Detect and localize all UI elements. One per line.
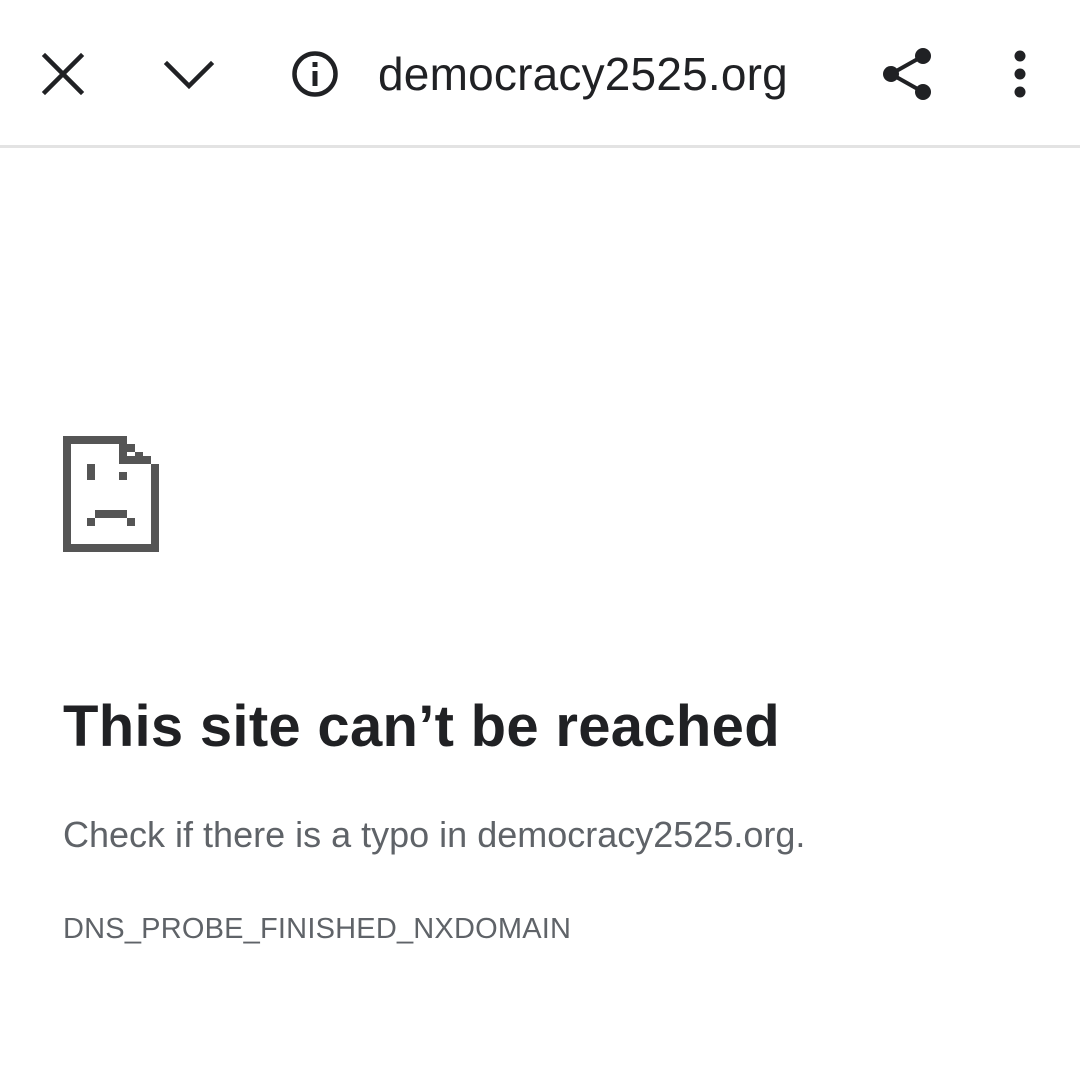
chevron-down-icon	[163, 60, 215, 90]
close-icon	[41, 52, 85, 96]
error-code: DNS_PROBE_FINISHED_NXDOMAIN	[63, 913, 572, 945]
info-icon	[292, 51, 338, 97]
share-icon	[883, 48, 931, 100]
custom-tab-toolbar: democracy2525.org	[0, 0, 1080, 148]
minimize-button[interactable]	[149, 34, 229, 114]
more-options-button[interactable]	[980, 34, 1060, 114]
page-info-button[interactable]	[275, 34, 355, 114]
error-headline: This site can’t be reached	[63, 694, 780, 759]
close-button[interactable]	[23, 34, 103, 114]
share-button[interactable]	[867, 34, 947, 114]
url-text[interactable]: democracy2525.org	[378, 44, 788, 104]
sad-page-icon	[63, 436, 159, 552]
error-suggestion: Check if there is a typo in democracy252…	[63, 814, 806, 855]
more-vert-icon	[1014, 50, 1026, 98]
